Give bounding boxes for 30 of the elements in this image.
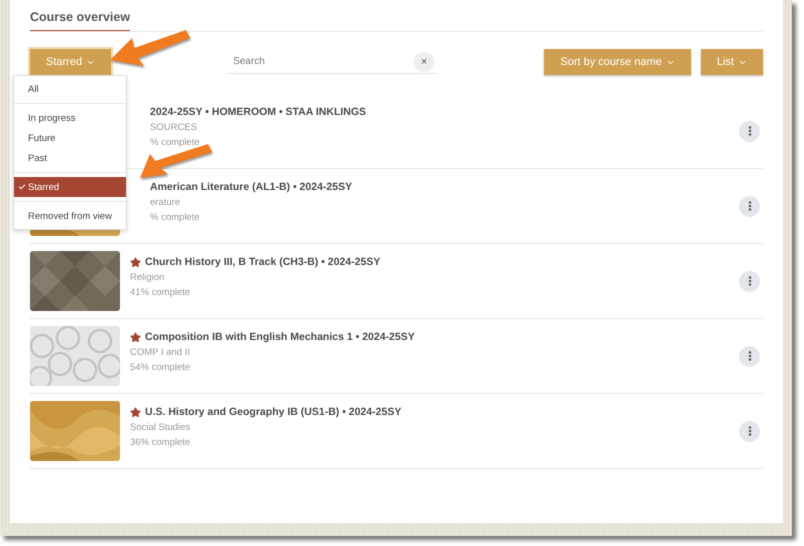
course-title[interactable]: American Literature (AL1-B) • 2024-25SY	[150, 181, 352, 193]
menu-item[interactable]: All	[14, 79, 126, 99]
course-category: erature	[150, 197, 182, 208]
section-title: Course overview	[30, 10, 130, 32]
course-title[interactable]: U.S. History and Geography IB (US1-B) • 2024-25SY	[145, 406, 402, 418]
more-options-button[interactable]	[739, 196, 760, 216]
completion-text: % complete	[150, 137, 201, 148]
menu-item[interactable]: Future	[14, 128, 126, 148]
menu-item[interactable]: Past	[14, 148, 126, 168]
menu-item[interactable]: Starred	[14, 177, 126, 197]
clear-button[interactable]: ×	[414, 52, 434, 72]
course-category: Religion	[130, 272, 166, 283]
completion-text: % complete	[150, 212, 201, 223]
completion-text: 41% complete	[130, 287, 192, 298]
course-title[interactable]: Composition IB with English Mechanics 1 • 2024-25SY	[145, 331, 415, 343]
more-options-button[interactable]	[739, 346, 760, 366]
more-options-button[interactable]	[739, 120, 760, 142]
completion-text: 36% complete	[130, 437, 192, 448]
course-title[interactable]: Church History III, B Track (CH3-B) • 2024-25SY	[145, 256, 380, 268]
course-category: SOURCES	[150, 122, 198, 133]
search-field[interactable]: Search ×	[228, 50, 436, 74]
check-icon	[18, 183, 26, 191]
more-options-button[interactable]	[739, 270, 760, 292]
more-options-button[interactable]	[739, 420, 760, 442]
course-category: COMP I and II	[130, 347, 192, 358]
completion-text: 54% complete	[130, 362, 192, 373]
menu-item[interactable]: Removed from view	[14, 206, 126, 226]
course-category: Social Studies	[130, 422, 192, 433]
menu-item[interactable]: In progress	[14, 108, 126, 128]
course-title[interactable]: 2024-25SY • HOMEROOM • STAA INKLINGS	[150, 106, 366, 118]
